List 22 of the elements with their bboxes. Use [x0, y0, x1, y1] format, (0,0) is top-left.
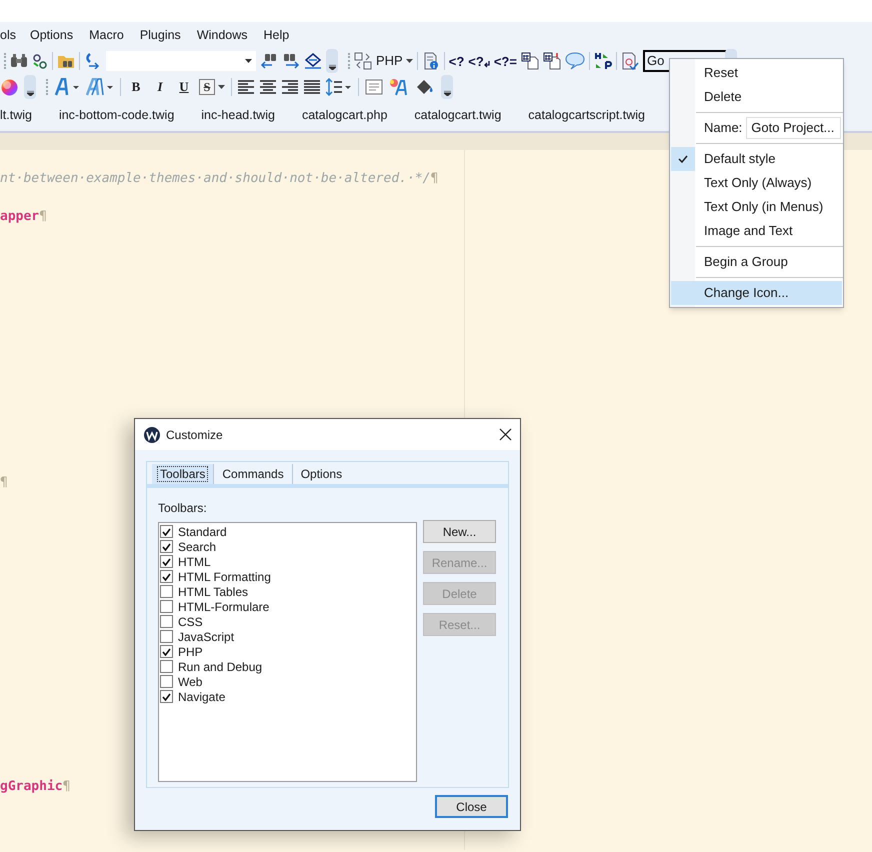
toolbar-name: HTML Tables — [178, 584, 248, 600]
toolbar-name: HTML — [178, 554, 211, 570]
toolbar-name: Run and Debug — [178, 658, 262, 676]
toolbar-name: JavaScript — [178, 628, 234, 646]
dialog-title: Customize — [166, 426, 224, 444]
code-text: apper — [0, 208, 40, 226]
toolbar-name: Search — [178, 538, 216, 556]
toolbar-name: HTML-Formulare — [178, 598, 270, 616]
toolbars-label: Toolbars: — [158, 500, 208, 517]
pilcrow-mark: ¶ — [62, 778, 70, 796]
pilcrow-mark: ¶ — [0, 474, 8, 492]
toolbar-name: Navigate — [178, 688, 226, 706]
pilcrow-mark: ¶ — [39, 208, 47, 226]
toolbar-name: PHP — [178, 644, 203, 660]
name-label: Name: — [704, 119, 742, 138]
toolbar-name: Standard — [178, 524, 227, 540]
toolbar-name: CSS — [178, 614, 203, 630]
toolbar-name: HTML Formatting — [178, 568, 271, 586]
code-text: gGraphic — [0, 778, 63, 796]
code-comment: nt·between·example·themes·and·should·not·be·altered.·*/ — [0, 170, 430, 188]
toolbar-name: Web — [178, 674, 202, 690]
pilcrow-mark: ¶ — [430, 170, 438, 188]
